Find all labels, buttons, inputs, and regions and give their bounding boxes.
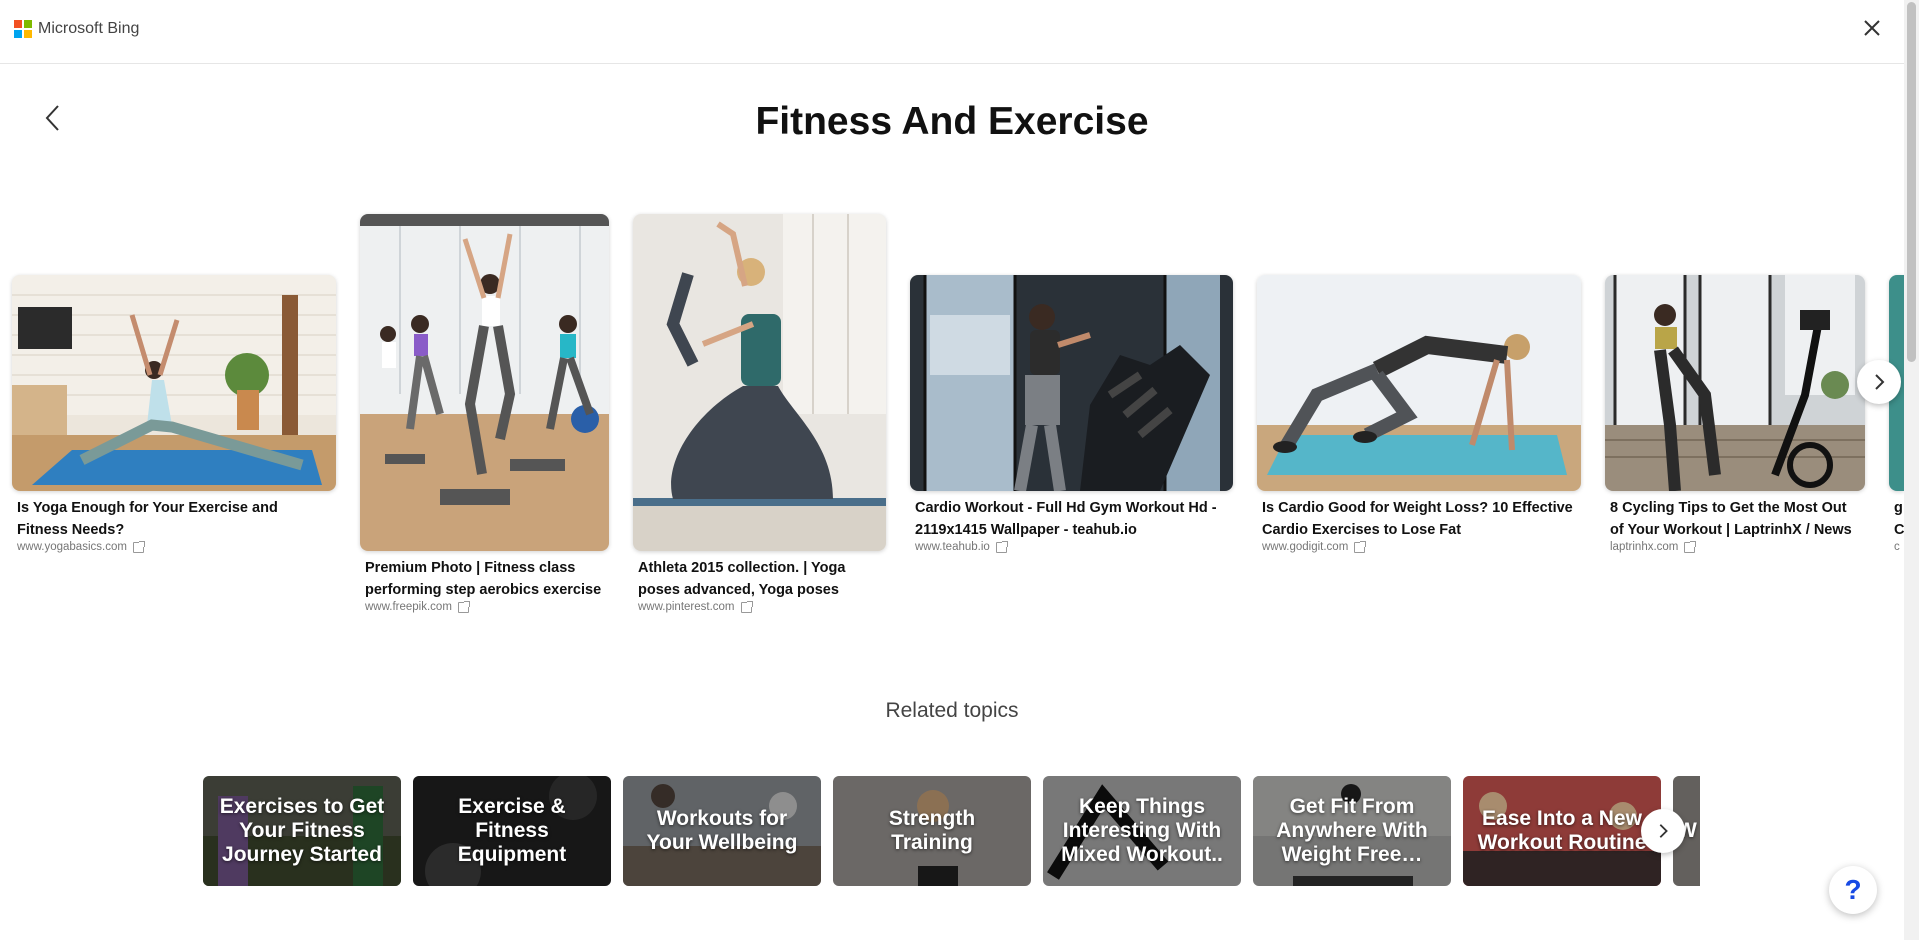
- related-topic-label: Workouts for Your Wellbeing: [646, 807, 798, 854]
- related-topics-heading: Related topics: [885, 699, 1019, 722]
- related-topic-tile[interactable]: Strength Training: [833, 776, 1031, 886]
- card-image[interactable]: [360, 214, 609, 551]
- related-topics-carousel: Exercises to Get Your Fitness Journey St…: [203, 776, 1700, 887]
- vertical-scrollbar[interactable]: [1904, 0, 1919, 940]
- card-source-label: laptrinhx.com: [1610, 541, 1679, 553]
- page-title: Fitness And Exercise: [755, 100, 1149, 143]
- chevron-right-icon: [1875, 374, 1885, 390]
- topics-next-button[interactable]: [1641, 809, 1685, 853]
- related-topic-label: Ease Into a New Workout Routine: [1477, 807, 1647, 854]
- card-image[interactable]: [1605, 275, 1865, 491]
- external-link-icon: [1684, 540, 1697, 553]
- card-title[interactable]: Is Cardio Good for Weight Loss? 10 Effec…: [1262, 497, 1576, 541]
- related-topic-label: Exercises to Get Your Fitness Journey St…: [219, 795, 385, 866]
- related-topic-tile[interactable]: Ease Into a New Workout Routine: [1463, 776, 1661, 886]
- card-title[interactable]: Athleta 2015 collection. | Yoga poses ad…: [638, 557, 881, 601]
- close-button[interactable]: [1858, 14, 1886, 42]
- card-source-label: c: [1894, 541, 1900, 553]
- card-title[interactable]: Cardio Workout - Full Hd Gym Workout Hd …: [915, 497, 1228, 541]
- card-source-label: www.yogabasics.com: [17, 541, 127, 553]
- external-link-icon: [1354, 540, 1367, 553]
- bing-logo[interactable]: Microsoft Bing: [14, 20, 139, 38]
- card-image[interactable]: [910, 275, 1233, 491]
- carousel-next-button[interactable]: [1857, 360, 1901, 404]
- top-bar: Microsoft Bing: [0, 0, 1904, 64]
- card-source-label: www.godigit.com: [1262, 541, 1349, 553]
- external-link-icon: [740, 600, 753, 613]
- card-title[interactable]: Premium Photo | Fitness class performing…: [365, 557, 604, 601]
- related-topic-label: Keep Things Interesting With Mixed Worko…: [1061, 795, 1223, 866]
- related-topic-label: Strength Training: [888, 807, 976, 854]
- close-icon: [1864, 20, 1880, 36]
- card-source[interactable]: c: [1894, 541, 1904, 553]
- card-title[interactable]: 8 Cycling Tips to Get the Most Out of Yo…: [1610, 497, 1860, 541]
- card-title[interactable]: Is Yoga Enough for Your Exercise and Fit…: [17, 497, 331, 541]
- card-source[interactable]: www.freepik.com: [365, 600, 470, 613]
- related-topic-tile[interactable]: Workouts for Your Wellbeing: [623, 776, 821, 886]
- image-carousel: Is Yoga Enough for Your Exercise and Fit…: [0, 210, 1904, 630]
- scrollbar-thumb[interactable]: [1907, 2, 1916, 362]
- related-topic-label: Exercise & Fitness Equipment: [457, 795, 567, 866]
- external-link-icon: [457, 600, 470, 613]
- related-topic-tile[interactable]: Exercise & Fitness Equipment: [413, 776, 611, 886]
- card-source-label: www.freepik.com: [365, 601, 452, 613]
- help-icon: ?: [1844, 874, 1862, 905]
- external-link-icon: [132, 540, 145, 553]
- related-topic-label: Get Fit From Anywhere With Weight Free…: [1276, 795, 1428, 866]
- related-topic-tile[interactable]: Get Fit From Anywhere With Weight Free…: [1253, 776, 1451, 886]
- card-source[interactable]: www.godigit.com: [1262, 540, 1367, 553]
- card-title[interactable]: g C: [1894, 497, 1904, 541]
- card-source[interactable]: www.yogabasics.com: [17, 540, 145, 553]
- microsoft-logo-icon: [14, 20, 32, 38]
- related-topic-tile[interactable]: Keep Things Interesting With Mixed Worko…: [1043, 776, 1241, 886]
- external-link-icon: [995, 540, 1008, 553]
- card-image[interactable]: [12, 275, 336, 491]
- card-image[interactable]: [1257, 275, 1581, 491]
- card-source-label: www.teahub.io: [915, 541, 990, 553]
- card-image[interactable]: [633, 214, 886, 551]
- card-source[interactable]: www.pinterest.com: [638, 600, 753, 613]
- card-source-label: www.pinterest.com: [638, 601, 735, 613]
- brand-name: Microsoft Bing: [38, 20, 140, 37]
- help-button[interactable]: ?: [1829, 866, 1877, 914]
- chevron-right-icon: [1659, 824, 1668, 838]
- card-source[interactable]: laptrinhx.com: [1610, 540, 1697, 553]
- card-source[interactable]: www.teahub.io: [915, 540, 1008, 553]
- related-topic-tile[interactable]: Exercises to Get Your Fitness Journey St…: [203, 776, 401, 886]
